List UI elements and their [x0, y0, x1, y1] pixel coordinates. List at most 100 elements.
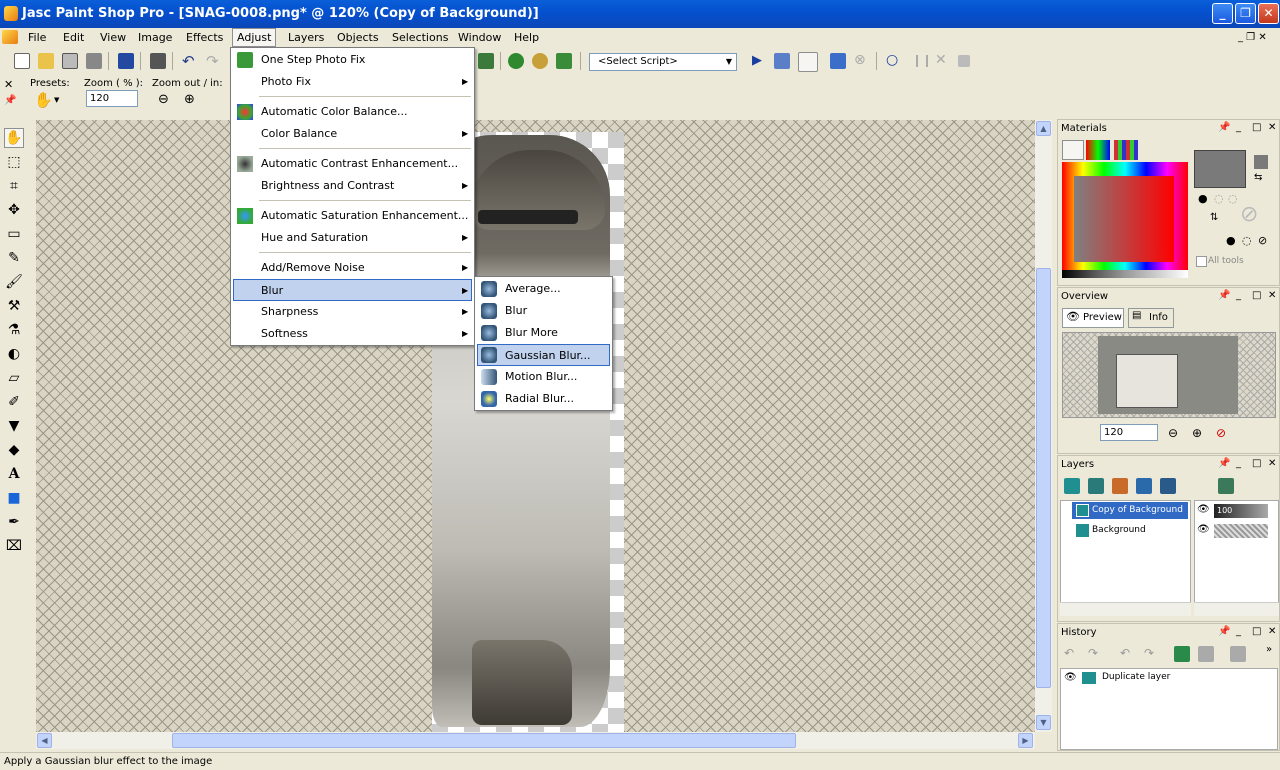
pan-tool-icon[interactable]: ✋ — [4, 128, 24, 148]
pause-icon[interactable]: ❙❙ — [912, 53, 932, 67]
scroll-down-icon[interactable]: ▼ — [1036, 715, 1051, 730]
menu-selections[interactable]: Selections — [388, 30, 452, 45]
redo-selected-icon[interactable]: ↷ — [1088, 646, 1098, 660]
new-icon[interactable] — [14, 53, 30, 69]
swap-icon[interactable]: ⇅ — [1210, 212, 1218, 223]
zoom-input[interactable]: 120 — [86, 90, 138, 107]
pin-icon[interactable]: 📌 — [1218, 626, 1230, 637]
app-icon[interactable] — [4, 6, 18, 21]
pin-icon[interactable]: 📌 — [1218, 290, 1230, 301]
menu-view[interactable]: View — [96, 30, 130, 45]
maximize-panel-icon[interactable]: □ — [1252, 290, 1261, 301]
marquee-tool-icon[interactable]: ▭ — [4, 224, 24, 244]
menu-item-motion-blur[interactable]: Motion Blur... — [477, 366, 610, 388]
close-options-icon[interactable]: ✕ — [4, 78, 13, 91]
vertical-scrollbar[interactable]: ▲ ▼ — [1035, 120, 1052, 732]
deform-tool-icon[interactable]: ⌧ — [4, 536, 24, 556]
redo-icon[interactable]: ↷ — [206, 52, 219, 70]
crop-tool-icon[interactable]: ⌗ — [4, 176, 24, 196]
zoom-reset-icon[interactable]: ⊘ — [1216, 426, 1226, 440]
minimize-panel-icon[interactable]: _ — [1236, 122, 1241, 133]
close-panel-icon[interactable]: ✕ — [1268, 290, 1276, 301]
menu-item-sharpness[interactable]: Sharpness ▶ — [233, 301, 472, 323]
overview-zoom-input[interactable]: 120 — [1100, 424, 1158, 441]
document-icon[interactable] — [2, 30, 18, 44]
bg-style-gradient-icon[interactable]: ◌ — [1242, 234, 1252, 247]
undo-icon[interactable]: ↶ — [182, 52, 195, 70]
zoom-in-icon[interactable]: ⊕ — [184, 92, 195, 107]
menu-item-automatic-contrast[interactable]: Automatic Contrast Enhancement... — [233, 153, 472, 175]
script-select[interactable]: <Select Script> — [589, 53, 737, 71]
saturation-box[interactable] — [1074, 176, 1174, 262]
record-icon[interactable]: ○ — [886, 52, 898, 68]
stop-icon[interactable]: ⊗ — [854, 52, 866, 68]
cancel-icon[interactable]: ✕ — [935, 52, 947, 68]
layer-opacity-slider-bg[interactable] — [1214, 524, 1268, 538]
minimize-panel-icon[interactable]: _ — [1236, 626, 1241, 637]
shape-tool-icon[interactable]: ■ — [4, 488, 24, 508]
maximize-panel-icon[interactable]: □ — [1252, 122, 1261, 133]
filter-icon[interactable] — [478, 53, 494, 69]
visibility-eye-icon[interactable]: 👁 — [1197, 504, 1210, 515]
foreground-swatch[interactable] — [1194, 150, 1246, 188]
layer-background[interactable]: Background — [1072, 522, 1188, 539]
menu-file[interactable]: File — [24, 30, 50, 45]
text-tool-icon[interactable]: A — [4, 464, 24, 484]
selection-tool-icon[interactable]: ⬚ — [4, 152, 24, 172]
null-icon[interactable]: ⊘ — [1240, 202, 1258, 227]
history-item[interactable]: Duplicate layer — [1102, 672, 1170, 682]
menu-item-automatic-saturation[interactable]: Automatic Saturation Enhancement... — [233, 205, 472, 227]
menu-item-blur-more[interactable]: Blur More — [477, 322, 610, 344]
eraser-tool-icon[interactable]: ▱ — [4, 368, 24, 388]
redo-icon[interactable]: ↷ — [1144, 646, 1154, 660]
pin-icon[interactable]: 📌 — [1218, 122, 1230, 133]
zoom-out-icon[interactable]: ⊖ — [158, 92, 169, 107]
color-replacer-icon[interactable]: ⚗ — [4, 320, 24, 340]
open-icon[interactable] — [38, 53, 54, 69]
menu-objects[interactable]: Objects — [333, 30, 383, 45]
maximize-panel-icon[interactable]: □ — [1252, 626, 1261, 637]
pin-icon[interactable]: 📌 — [1218, 458, 1230, 469]
horizontal-scrollbar[interactable]: ◀ ▶ — [36, 732, 1035, 749]
close-panel-icon[interactable]: ✕ — [1268, 626, 1276, 637]
maximize-panel-icon[interactable]: □ — [1252, 458, 1261, 469]
rainbow-tab-icon[interactable] — [1086, 140, 1110, 160]
more-icon[interactable]: » — [1266, 644, 1272, 655]
menu-image[interactable]: Image — [134, 30, 176, 45]
chevron-down-icon[interactable]: ▼ — [722, 54, 736, 70]
menu-item-blur-simple[interactable]: Blur — [477, 300, 610, 322]
close-panel-icon[interactable]: ✕ — [1268, 122, 1276, 133]
move-tool-icon[interactable]: ✥ — [4, 200, 24, 220]
mdi-controls[interactable]: _ ❐ ✕ — [1238, 32, 1267, 43]
zoom-out-icon[interactable]: ⊖ — [1168, 426, 1178, 440]
small-swatch[interactable] — [1254, 155, 1268, 169]
fill-bucket-icon[interactable]: ◆ — [4, 440, 24, 460]
eyedropper-tool-icon[interactable]: ✎ — [4, 248, 24, 268]
menu-item-photo-fix[interactable]: Photo Fix ▶ — [233, 71, 472, 93]
save-icon[interactable] — [118, 53, 134, 69]
layer-props-hscroll[interactable] — [1194, 602, 1279, 616]
clone-brush-icon[interactable]: ⚒ — [4, 296, 24, 316]
layer-hscroll[interactable] — [1060, 602, 1191, 616]
menu-item-hue-saturation[interactable]: Hue and Saturation ▶ — [233, 227, 472, 249]
swap-colors-icon[interactable]: ⇆ — [1254, 172, 1262, 183]
pan-preset-icon[interactable]: ✋ — [34, 91, 53, 109]
menu-help[interactable]: Help — [510, 30, 543, 45]
menu-item-gaussian-blur[interactable]: Gaussian Blur... — [477, 344, 610, 366]
visibility-eye-icon[interactable]: 👁 — [1064, 672, 1077, 683]
zoom-in-icon[interactable]: ⊕ — [1192, 426, 1202, 440]
flood-fill-icon[interactable]: ▼ — [4, 416, 24, 436]
menu-effects[interactable]: Effects — [182, 30, 227, 45]
new-raster-layer-icon[interactable] — [1064, 478, 1080, 494]
menu-item-color-balance[interactable]: Color Balance ▶ — [233, 123, 472, 145]
grayscale-bar[interactable] — [1062, 270, 1188, 278]
menu-window[interactable]: Window — [454, 30, 505, 45]
overview-viewport[interactable] — [1116, 354, 1178, 408]
save-script-icon[interactable] — [958, 55, 970, 67]
run-script-icon[interactable]: ▶ — [752, 53, 762, 68]
style-gradient-icon[interactable]: ◌ — [1214, 192, 1224, 205]
new-adjustment-layer-icon[interactable] — [1160, 478, 1176, 494]
undo-selected-icon[interactable]: ↶ — [1064, 646, 1074, 660]
layer-properties-icon[interactable] — [1218, 478, 1234, 494]
maximize-button[interactable]: ❐ — [1235, 3, 1256, 24]
